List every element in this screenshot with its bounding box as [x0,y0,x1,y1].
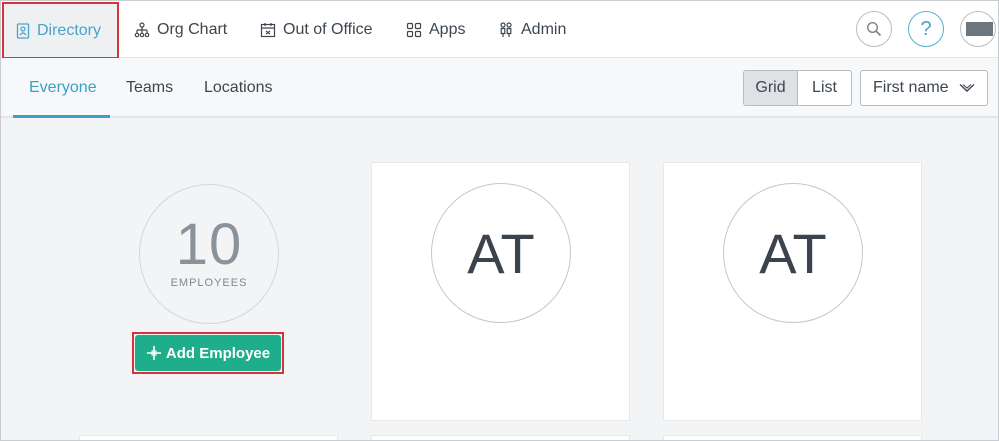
employee-card[interactable]: AT [663,162,922,421]
employee-avatar: AT [723,183,863,323]
nav-admin[interactable]: Admin [498,1,566,58]
contact-book-icon [16,22,30,39]
search-icon [866,21,882,37]
tab-locations[interactable]: Locations [204,58,273,118]
view-list-button[interactable]: List [798,71,851,105]
calendar-icon [260,22,276,37]
admin-users-icon [500,21,512,37]
nav-org-chart[interactable]: Org Chart [134,1,227,58]
employee-card-partial [371,435,630,440]
view-list-label: List [812,79,837,96]
employee-count: 10 [175,212,243,277]
add-employee-button[interactable]: Add Employee [135,335,281,371]
top-nav: Directory Org Chart Out of Office Apps A… [1,1,998,59]
nav-out-of-office-label: Out of Office [283,20,373,38]
tab-locations-label: Locations [204,79,273,96]
tab-teams[interactable]: Teams [126,58,173,118]
employee-initials: AT [467,221,535,285]
tab-everyone-label: Everyone [29,79,97,96]
employee-card[interactable]: AT [371,162,630,421]
profile-avatar[interactable] [960,11,996,47]
avatar-placeholder-icon [966,22,993,36]
sort-select-value: First name [873,79,949,96]
add-employee-label: Add Employee [165,344,271,362]
employee-initials: AT [759,221,827,285]
help-button[interactable]: ? [908,11,944,47]
view-toggle: Grid List [743,70,852,106]
employee-avatar: AT [431,183,571,323]
help-icon: ? [920,17,932,40]
tab-everyone[interactable]: Everyone [29,58,97,118]
employee-count-label: EMPLOYEES [170,277,248,289]
plus-icon [146,346,161,360]
view-grid-label: Grid [755,79,786,96]
employee-card-partial [79,435,338,440]
employee-card-partial [663,435,922,440]
apps-grid-icon [406,22,422,37]
nav-apps-label: Apps [429,20,466,38]
view-grid-button[interactable]: Grid [744,71,798,105]
search-button[interactable] [856,11,892,47]
org-chart-icon [134,21,150,37]
nav-apps[interactable]: Apps [406,1,465,58]
nav-directory-label: Directory [36,21,101,39]
chevron-down-icon [959,83,975,92]
active-tab-indicator [13,115,110,118]
nav-directory[interactable]: Directory [3,3,118,58]
nav-admin-label: Admin [521,20,567,38]
nav-org-chart-label: Org Chart [157,20,228,38]
app-window: Directory Org Chart Out of Office Apps A… [0,0,999,441]
tab-teams-label: Teams [126,79,174,96]
sort-select[interactable]: First name [860,70,988,106]
nav-out-of-office[interactable]: Out of Office [260,1,373,58]
employee-count-circle: 10 EMPLOYEES [139,184,279,324]
